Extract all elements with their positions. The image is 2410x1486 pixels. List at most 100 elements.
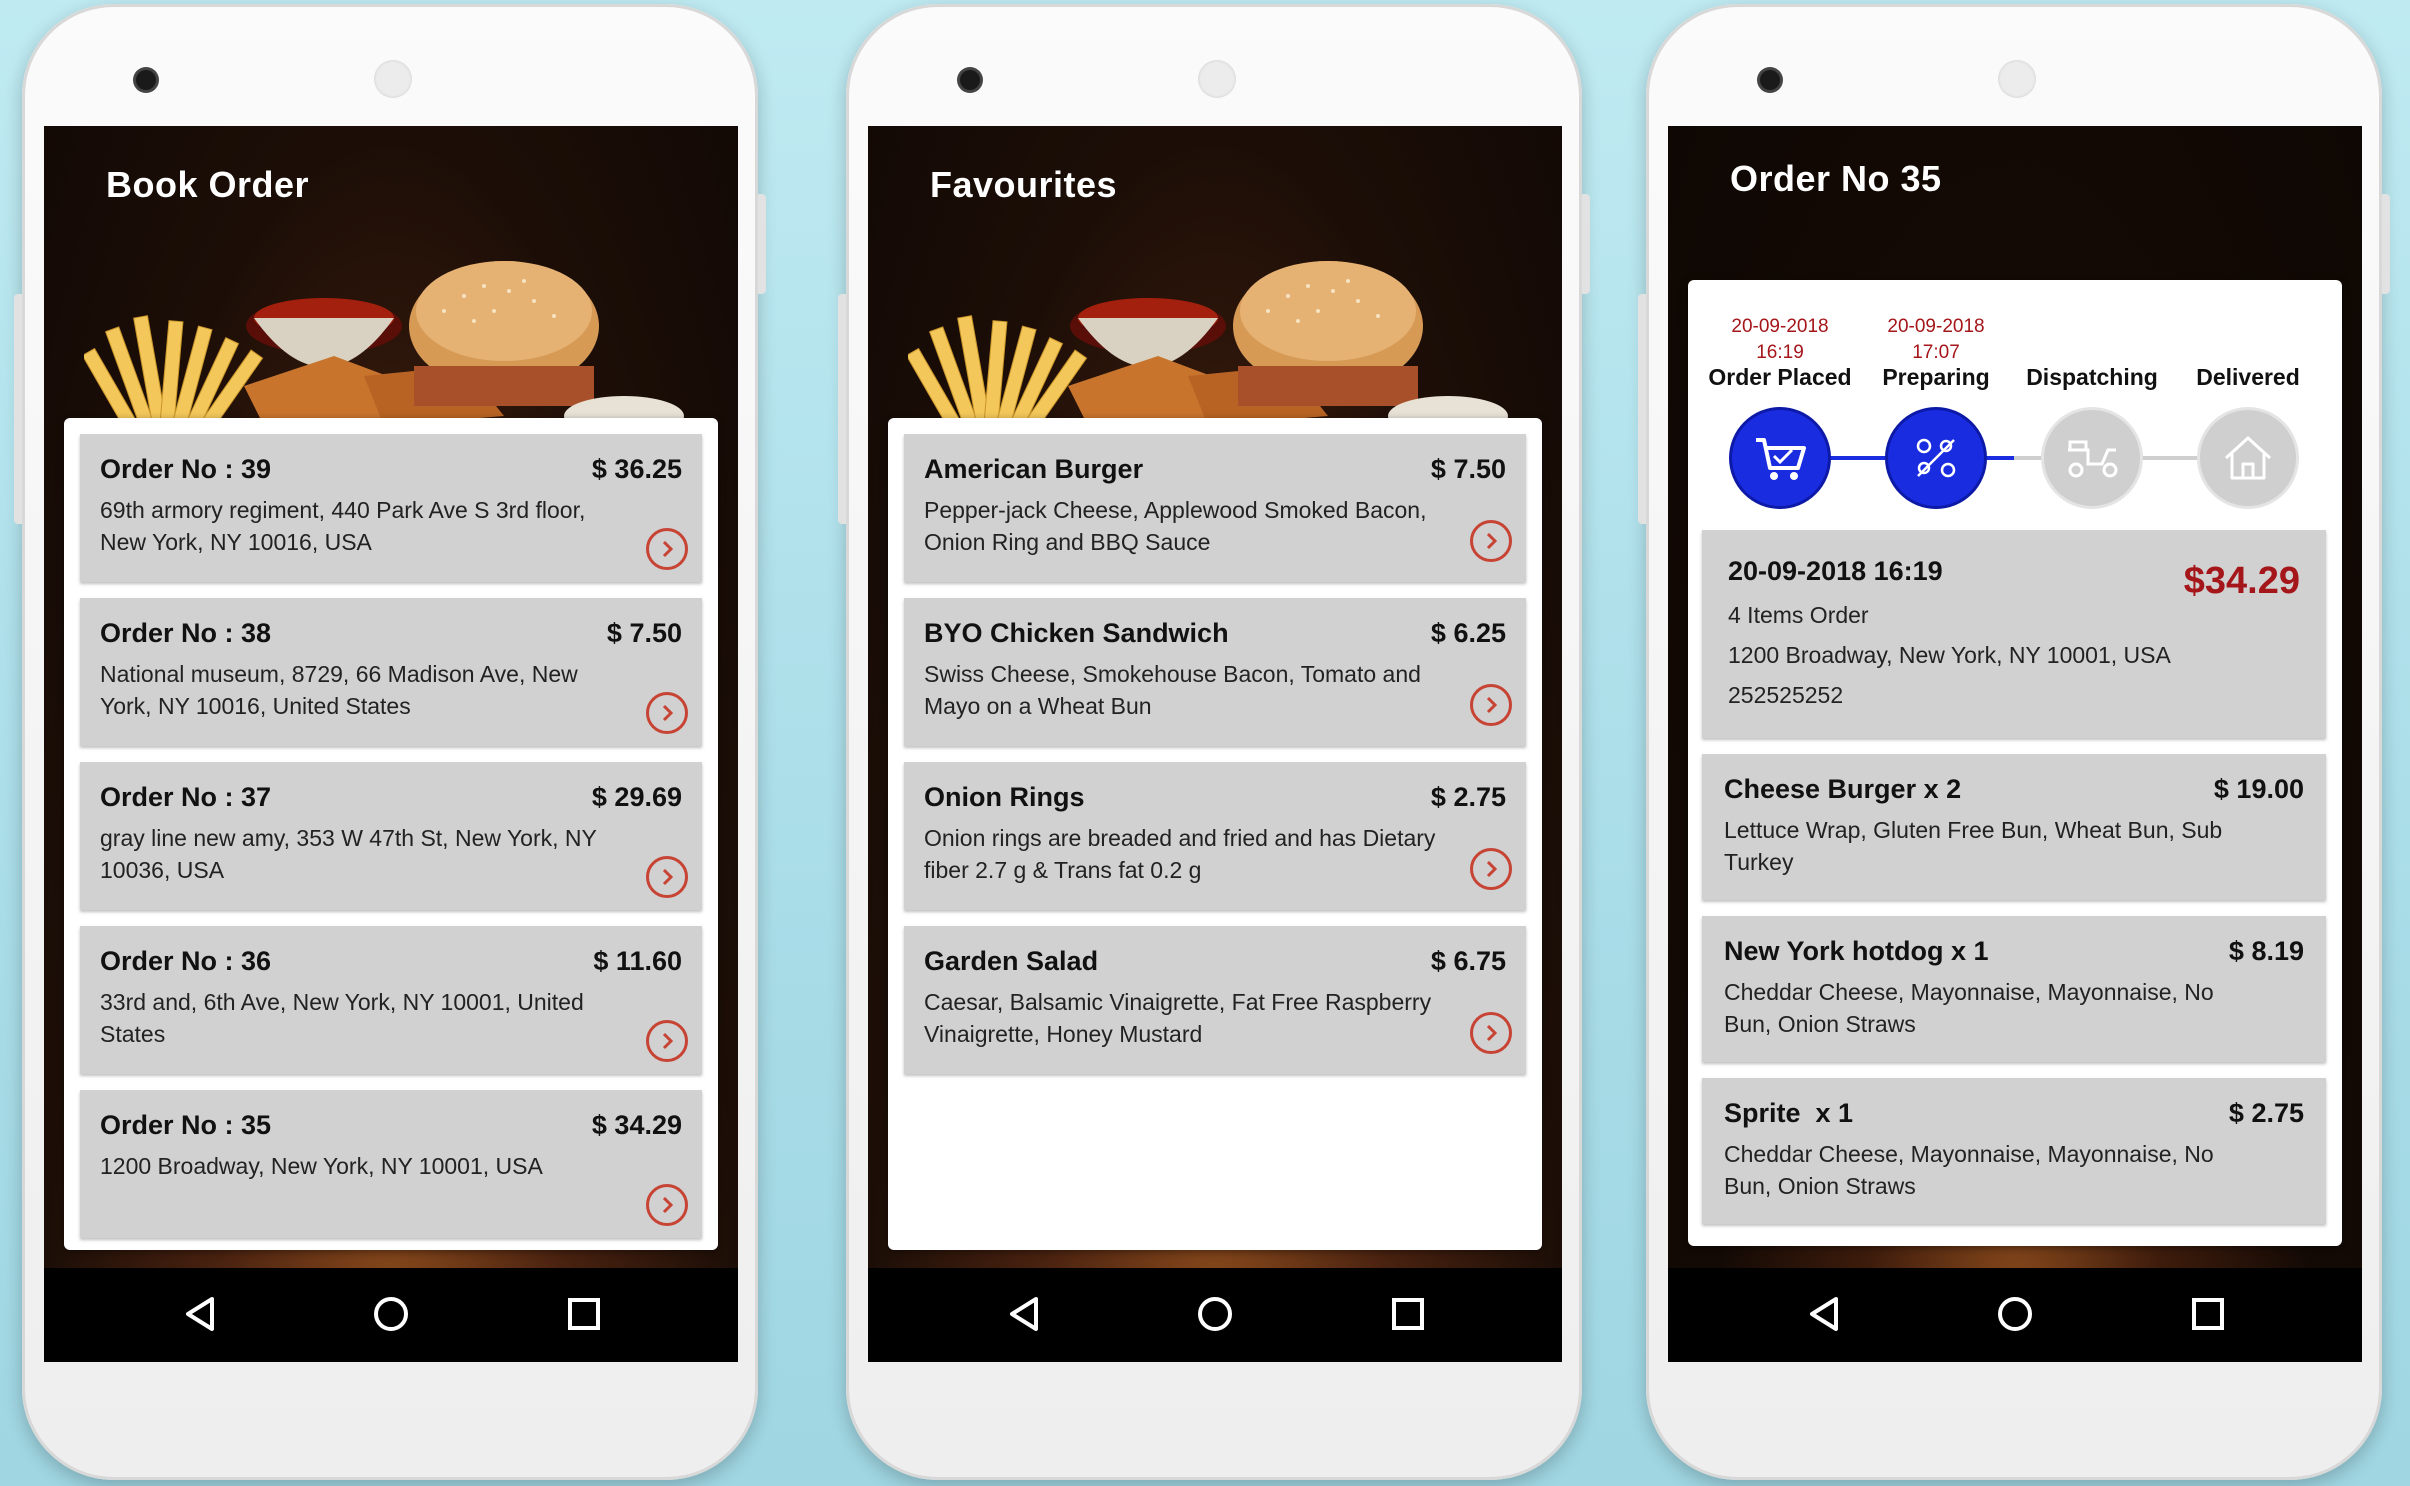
home-circle-icon[interactable]: [371, 1294, 411, 1334]
phone-order-detail: Order No 35 20-09-2018 16:19 20-09-2018 …: [1638, 4, 2390, 1480]
proximity-sensor: [1998, 60, 2036, 98]
order-price: $ 34.29: [591, 1110, 682, 1140]
back-triangle-icon[interactable]: [1804, 1294, 1844, 1334]
delivery-address: 1200 Broadway, New York, NY 10001, USA: [1728, 642, 2171, 668]
item-price: $ 2.75: [1430, 782, 1506, 812]
step-date-time: 16:19: [1756, 342, 1804, 363]
chevron-right-icon[interactable]: [646, 528, 688, 570]
chevron-right-icon[interactable]: [1470, 520, 1512, 562]
order-item-39[interactable]: Order No : 39 $ 36.25 69th armory regime…: [80, 434, 702, 582]
recents-square-icon[interactable]: [1388, 1294, 1428, 1334]
cart-icon: [1732, 410, 1828, 506]
proximity-sensor: [374, 60, 412, 98]
progress-line: [2014, 456, 2044, 460]
order-address: 69th armory regiment, 440 Park Ave S 3rd…: [100, 497, 586, 555]
back-triangle-icon[interactable]: [1004, 1294, 1044, 1334]
item-description: Caesar, Balsamic Vinaigrette, Fat Free R…: [924, 989, 1432, 1047]
step-label-preparing: Preparing: [1882, 364, 1990, 390]
order-title: Order No : 38: [100, 618, 272, 648]
order-item-37[interactable]: Order No : 37 $ 29.69 gray line new amy,…: [80, 762, 702, 910]
front-camera: [136, 70, 156, 90]
screen: Book Order Order No: 39 $ 36.25 69th ar…: [44, 126, 738, 1362]
step-date: 20-09-2018 17:07: [1876, 314, 1996, 366]
food-banner-image: [84, 261, 684, 426]
phone-number: 252525252: [1728, 682, 1844, 708]
page-title: Order No 35: [1730, 158, 1942, 199]
order-address: National museum, 8729, 66 Madison Ave, N…: [100, 661, 578, 719]
step-label-dispatching: Dispatching: [2026, 364, 2158, 390]
order-datetime: 20-09-2018 16:19: [1728, 556, 1943, 586]
chevron-right-icon[interactable]: [646, 1020, 688, 1062]
item-price: $ 8.19: [2228, 936, 2304, 966]
step-date-time: 17:07: [1912, 342, 1960, 363]
home-circle-icon[interactable]: [1995, 1294, 2035, 1334]
step-date-day: 20-09-2018: [1887, 316, 1985, 337]
progress-line: [1984, 456, 2014, 460]
order-item-35[interactable]: Order No : 35 $ 34.29 1200 Broadway, New…: [80, 1090, 702, 1238]
item-options: Cheddar Cheese, Mayonnaise, Mayonnaise, …: [1724, 1141, 2214, 1199]
progress-line: [1828, 456, 1888, 460]
favourites-list-card: American Burger $ 7.50 Pepper-jack Chees…: [888, 418, 1542, 1250]
progress-line: [2140, 456, 2200, 460]
food-banner-image: [908, 261, 1508, 426]
order-title: Order No : 39: [100, 454, 272, 484]
item-options: Cheddar Cheese, Mayonnaise, Mayonnaise, …: [1724, 979, 2214, 1037]
order-price: $ 29.69: [591, 782, 682, 812]
android-navbar: [868, 1268, 1562, 1362]
order-item-38[interactable]: Order No : 38 $ 7.50 National museum, 87…: [80, 598, 702, 746]
order-list-card: Order No : 39 $ 36.25 69th armory regime…: [64, 418, 718, 1250]
chevron-right-icon[interactable]: [646, 692, 688, 734]
item-title: American Burger: [924, 454, 1144, 484]
item-description: Swiss Cheese, Smokehouse Bacon, Tomato a…: [924, 661, 1421, 719]
home-circle-icon[interactable]: [1195, 1294, 1235, 1334]
proximity-sensor: [1198, 60, 1236, 98]
chevron-right-icon[interactable]: [1470, 1012, 1512, 1054]
scooter-icon: [2044, 410, 2140, 506]
order-summary: 20-09-2018 16:19 $34.29 4 Items Order 12…: [1702, 530, 2326, 738]
step-date: 20-09-2018 16:19: [1720, 314, 1840, 366]
step-date-day: 20-09-2018: [1731, 316, 1829, 337]
step-label-delivered: Delivered: [2196, 364, 2300, 390]
front-camera: [1760, 70, 1780, 90]
item-title: Onion Rings: [924, 782, 1085, 812]
item-price: $ 7.50: [1430, 454, 1506, 484]
order-price: $ 11.60: [593, 946, 682, 976]
android-navbar: [1668, 1268, 2362, 1362]
order-price: $ 36.25: [591, 454, 682, 484]
favourite-item[interactable]: Onion Rings $ 2.75 Onion rings are bread…: [904, 762, 1526, 910]
chevron-right-icon[interactable]: [1470, 848, 1512, 890]
volume-button: [1582, 194, 1590, 294]
android-navbar: [44, 1268, 738, 1362]
favourite-item[interactable]: BYO Chicken Sandwich $ 6.25 Swiss Cheese…: [904, 598, 1526, 746]
item-price: $ 6.75: [1430, 946, 1506, 976]
item-price: $ 6.25: [1430, 618, 1506, 648]
item-options: Lettuce Wrap, Gluten Free Bun, Wheat Bun…: [1724, 817, 2223, 875]
favourite-item[interactable]: Garden Salad $ 6.75 Caesar, Balsamic Vin…: [904, 926, 1526, 1074]
order-line-item: Cheese Burger x 2 $ 19.00 Lettuce Wrap, …: [1702, 754, 2326, 900]
item-title: New York hotdog x 1: [1724, 936, 1989, 966]
order-item-36[interactable]: Order No : 36 $ 11.60 33rd and, 6th Ave,…: [80, 926, 702, 1074]
order-address: gray line new amy, 353 W 47th St, New Yo…: [100, 825, 597, 883]
page-title: Favourites: [930, 164, 1118, 205]
chevron-right-icon[interactable]: [646, 1184, 688, 1226]
recents-square-icon[interactable]: [2188, 1294, 2228, 1334]
order-total: $34.29: [2183, 560, 2300, 602]
item-title: BYO Chicken Sandwich: [924, 618, 1229, 648]
recents-square-icon[interactable]: [564, 1294, 604, 1334]
order-title: Order No : 37: [100, 782, 272, 812]
step-label-order-placed: Order Placed: [1708, 364, 1852, 390]
power-button: [1638, 294, 1646, 524]
back-triangle-icon[interactable]: [180, 1294, 220, 1334]
volume-button: [758, 194, 766, 294]
item-description: Onion rings are breaded and fried and ha…: [924, 825, 1436, 883]
power-button: [838, 294, 846, 524]
screen: Order No 35 20-09-2018 16:19 20-09-2018 …: [1668, 126, 2362, 1362]
chevron-right-icon[interactable]: [646, 856, 688, 898]
page-title: Book Order: [106, 164, 310, 205]
favourite-item[interactable]: American Burger $ 7.50 Pepper-jack Chees…: [904, 434, 1526, 582]
items-count: 4 Items Order: [1728, 602, 1869, 628]
order-status-tracker: 20-09-2018 16:19 20-09-2018 17:07 Order …: [1688, 280, 2342, 510]
chevron-right-icon[interactable]: [1470, 684, 1512, 726]
order-title: Order No : 35: [100, 1110, 272, 1140]
item-price: $ 2.75: [2228, 1098, 2304, 1128]
